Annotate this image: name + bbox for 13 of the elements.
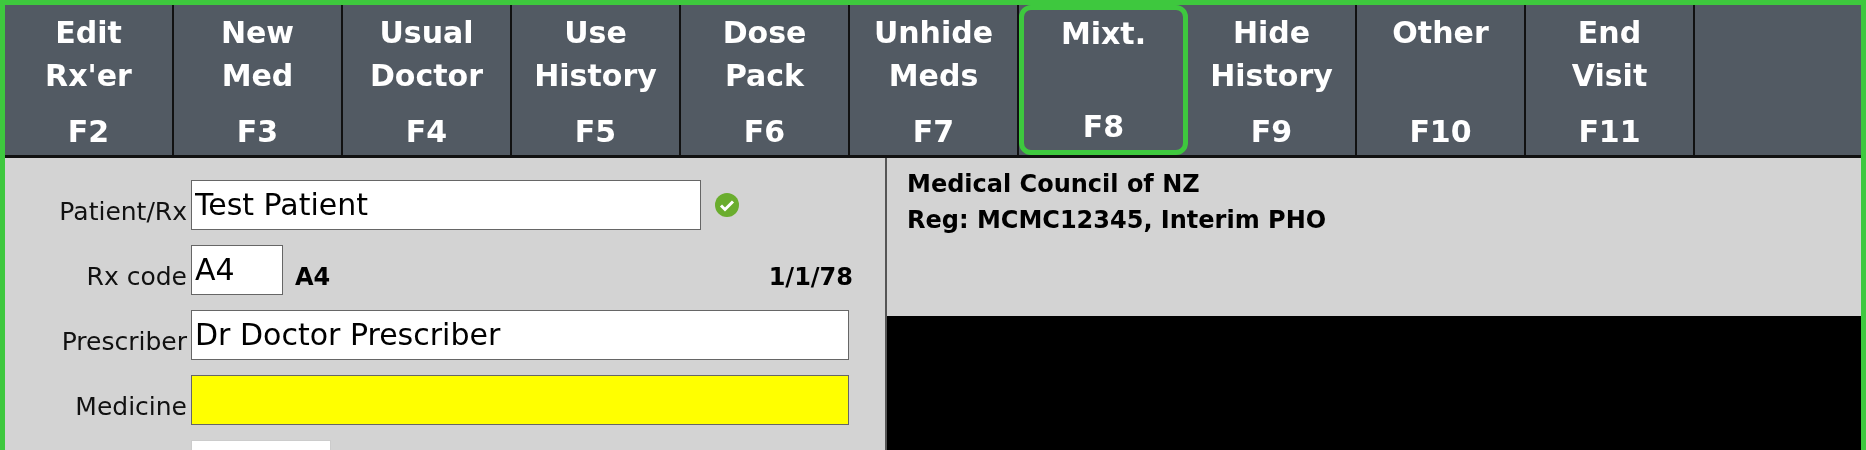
prescriber-field[interactable]: Dr Doctor Prescriber [191, 309, 849, 360]
patient-field[interactable]: Test Patient [191, 179, 701, 230]
rx-code-field[interactable]: A4 [191, 244, 283, 295]
field-label: Rx code [85, 262, 188, 291]
medicine-field[interactable] [191, 374, 849, 425]
rx-code-text: A4 [295, 262, 331, 291]
info-text: Reg: MCMC12345, Interim PHO [907, 205, 1328, 236]
toolbar-button[interactable]: Mixt. F8 [1019, 5, 1188, 155]
date-text: 1/1/78 [768, 262, 853, 291]
field-label: Prescriber [60, 327, 188, 356]
field-label: Patient/Rx [58, 197, 188, 226]
info-text: Medical Council of NZ [907, 169, 1201, 200]
field-label: Medicine [74, 392, 188, 421]
